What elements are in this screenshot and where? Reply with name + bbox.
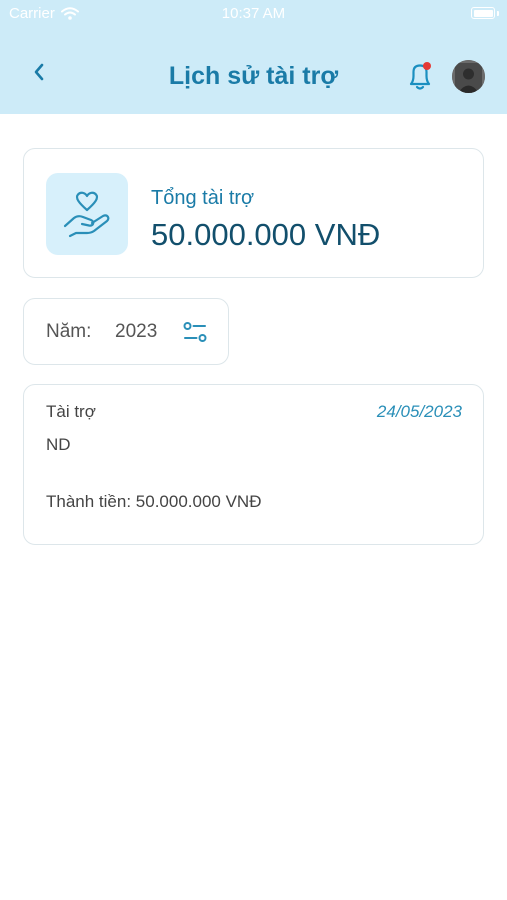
app-header: Carrier 10:37 AM Lịch sử tài trợ (0, 0, 507, 114)
total-donation-label: Tổng tài trợ (151, 187, 255, 209)
status-time: 10:37 AM (221, 5, 286, 22)
heart-hand-badge (46, 173, 128, 255)
total-donation-card: Tổng tài trợ 50.000.000 VNĐ (23, 148, 484, 278)
record-type: Tài trợ (46, 402, 96, 421)
donation-record-card[interactable]: Tài trợ 24/05/2023 ND Thành tiền: 50.000… (23, 384, 484, 545)
user-avatar-icon (452, 60, 485, 93)
status-bar: Carrier 10:37 AM (0, 0, 507, 30)
record-date: 24/05/2023 (376, 402, 462, 421)
heart-hand-icon (63, 191, 110, 238)
bell-icon (409, 62, 431, 90)
notification-badge (423, 62, 431, 70)
notification-button[interactable] (404, 58, 438, 94)
total-donation-value: 50.000.000 VNĐ (151, 217, 381, 252)
year-filter-label: Năm: (46, 321, 92, 342)
filter-icon (183, 322, 207, 342)
avatar[interactable] (452, 60, 485, 93)
year-filter-value: 2023 (115, 321, 158, 342)
year-filter-button[interactable]: Năm: 2023 (23, 298, 229, 365)
battery-icon (471, 7, 495, 19)
record-donor: ND (46, 435, 71, 454)
record-amount: Thành tiền: 50.000.000 VNĐ (46, 492, 262, 511)
battery-cap (497, 11, 499, 16)
